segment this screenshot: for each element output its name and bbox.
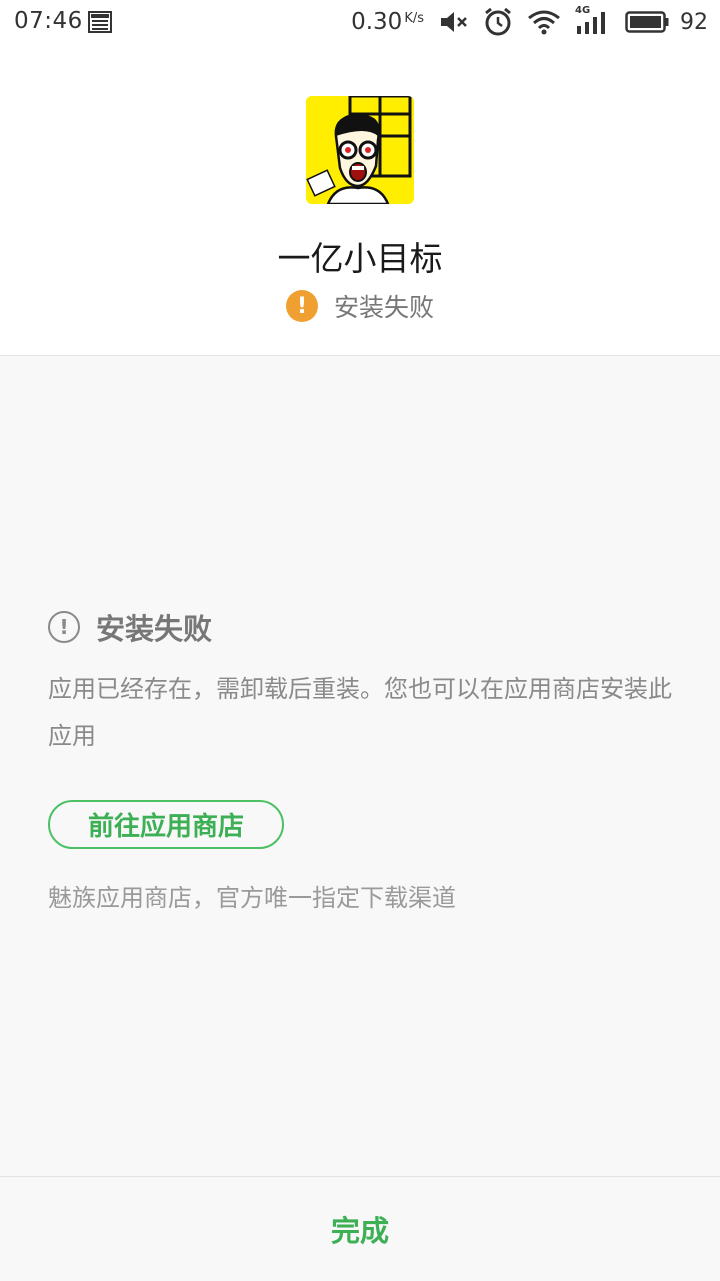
battery-icon [625, 10, 669, 34]
news-icon [88, 11, 112, 37]
wifi-icon [527, 9, 561, 35]
app-name: 一亿小目标 [277, 239, 443, 278]
network-type: 4G [575, 5, 591, 16]
status-bar: 07:46 0.30 K/s 4G 92 [0, 0, 720, 44]
app-icon [306, 96, 414, 204]
error-heading: ! 安装失败 [48, 606, 212, 648]
footer-bar: 完成 [0, 1176, 720, 1281]
error-message: 应用已经存在，需卸载后重装。您也可以在应用商店安装此应用 [48, 675, 672, 750]
alarm-icon [483, 8, 513, 36]
battery-level: 92 [680, 9, 708, 35]
error-title: 安装失败 [96, 612, 213, 646]
mute-icon [439, 9, 469, 35]
done-button[interactable]: 完成 [0, 1177, 720, 1281]
signal-icon: 4G [575, 5, 611, 35]
status-icons: 0.30 K/s 4G 92 [351, 5, 708, 38]
network-speed: 0.30 K/s [351, 9, 424, 35]
app-header: 一亿小目标 ! 安装失败 [0, 44, 720, 356]
go-to-app-store-button[interactable]: 前往应用商店 [48, 800, 284, 849]
install-status-text: 安装失败 [333, 293, 434, 322]
error-panel: ! 安装失败 应用已经存在，需卸载后重装。您也可以在应用商店安装此应用 前往应用… [0, 356, 720, 1176]
alert-circle-icon: ! [48, 611, 80, 643]
clock: 07:46 [14, 8, 83, 34]
install-status: ! 安装失败 [0, 288, 720, 324]
warning-icon: ! [285, 290, 318, 322]
app-store-note: 魅族应用商店，官方唯一指定下载渠道 [48, 884, 456, 912]
